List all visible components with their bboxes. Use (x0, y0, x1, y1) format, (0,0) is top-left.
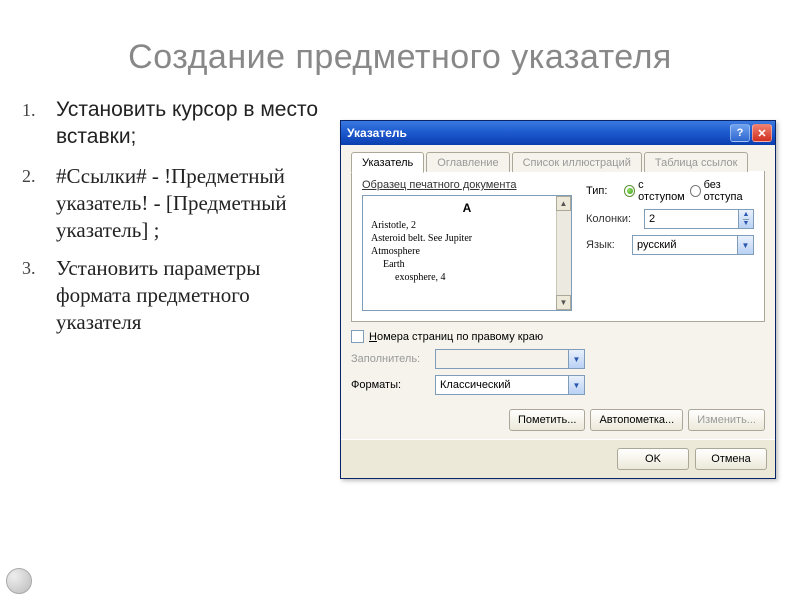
list-item: #Ссылки# - !Предметный указатель! - [Пре… (22, 163, 322, 244)
leader-combo: ▼ (435, 349, 585, 369)
radio-unchecked-icon (690, 185, 701, 197)
close-button[interactable]: ✕ (752, 124, 772, 142)
preview-heading: A (371, 201, 563, 215)
page-curl-icon (6, 568, 32, 594)
columns-label: Колонки: (586, 213, 638, 225)
preview-line: Earth (371, 258, 563, 271)
language-value: русский (637, 239, 676, 251)
preview-line: exosphere, 4 (371, 271, 563, 284)
automark-button[interactable]: Автопометка... (590, 409, 683, 431)
tab-authorities[interactable]: Таблица ссылок (644, 152, 749, 172)
formats-combo[interactable]: Классический ▼ (435, 375, 585, 395)
radio-checked-icon (624, 185, 635, 197)
tab-toc[interactable]: Оглавление (426, 152, 509, 172)
spinner-down-icon[interactable]: ▼ (743, 220, 750, 229)
preview-label: Образец печатного документа (362, 179, 572, 191)
radio-label: с отступом (638, 179, 686, 203)
columns-value: 2 (649, 213, 655, 225)
chevron-down-icon: ▼ (568, 350, 584, 368)
tab-index[interactable]: Указатель (351, 152, 424, 173)
chevron-down-icon: ▼ (568, 376, 584, 394)
preview-scrollbar[interactable]: ▲ ▼ (556, 196, 571, 310)
language-label: Язык: (586, 239, 626, 251)
type-runin-radio[interactable]: без отступа (690, 179, 754, 203)
preview-line: Asteroid belt. See Jupiter (371, 232, 563, 245)
type-label: Тип: (586, 185, 620, 197)
radio-label: без отступа (704, 179, 754, 203)
modify-button: Изменить... (688, 409, 765, 431)
preview-box: A Aristotle, 2 Asteroid belt. See Jupite… (362, 195, 572, 311)
preview-line: Aristotle, 2 (371, 219, 563, 232)
scroll-down-icon[interactable]: ▼ (556, 295, 571, 310)
formats-label: Форматы: (351, 379, 429, 391)
tab-illustrations[interactable]: Список иллюстраций (512, 152, 642, 172)
mark-button[interactable]: Пометить... (509, 409, 585, 431)
leader-label: Заполнитель: (351, 353, 429, 365)
right-align-label: Номера страниц по правому краю (369, 331, 543, 343)
cancel-button[interactable]: Отмена (695, 448, 767, 470)
dialog-tabs: Указатель Оглавление Список иллюстраций … (351, 151, 765, 172)
list-item: Установить параметры формата предметного… (22, 255, 322, 336)
scroll-up-icon[interactable]: ▲ (556, 196, 571, 211)
slide-title: Создание предметного указателя (0, 0, 800, 97)
formats-value: Классический (440, 379, 511, 391)
type-indented-radio[interactable]: с отступом (624, 179, 686, 203)
columns-spinner[interactable]: 2 ▲▼ (644, 209, 754, 229)
spinner-up-icon[interactable]: ▲ (743, 210, 750, 220)
help-button[interactable]: ? (730, 124, 750, 142)
chevron-down-icon: ▼ (737, 236, 753, 254)
language-combo[interactable]: русский ▼ (632, 235, 754, 255)
instructions-list: Установить курсор в место вставки; #Ссыл… (22, 97, 322, 348)
list-item: Установить курсор в место вставки; (22, 97, 322, 151)
ok-button[interactable]: OK (617, 448, 689, 470)
index-dialog: Указатель ? ✕ Указатель Оглавление Списо… (340, 120, 776, 479)
dialog-titlebar[interactable]: Указатель ? ✕ (341, 121, 775, 145)
right-align-checkbox[interactable] (351, 330, 364, 343)
dialog-title: Указатель (347, 126, 407, 140)
preview-line: Atmosphere (371, 245, 563, 258)
